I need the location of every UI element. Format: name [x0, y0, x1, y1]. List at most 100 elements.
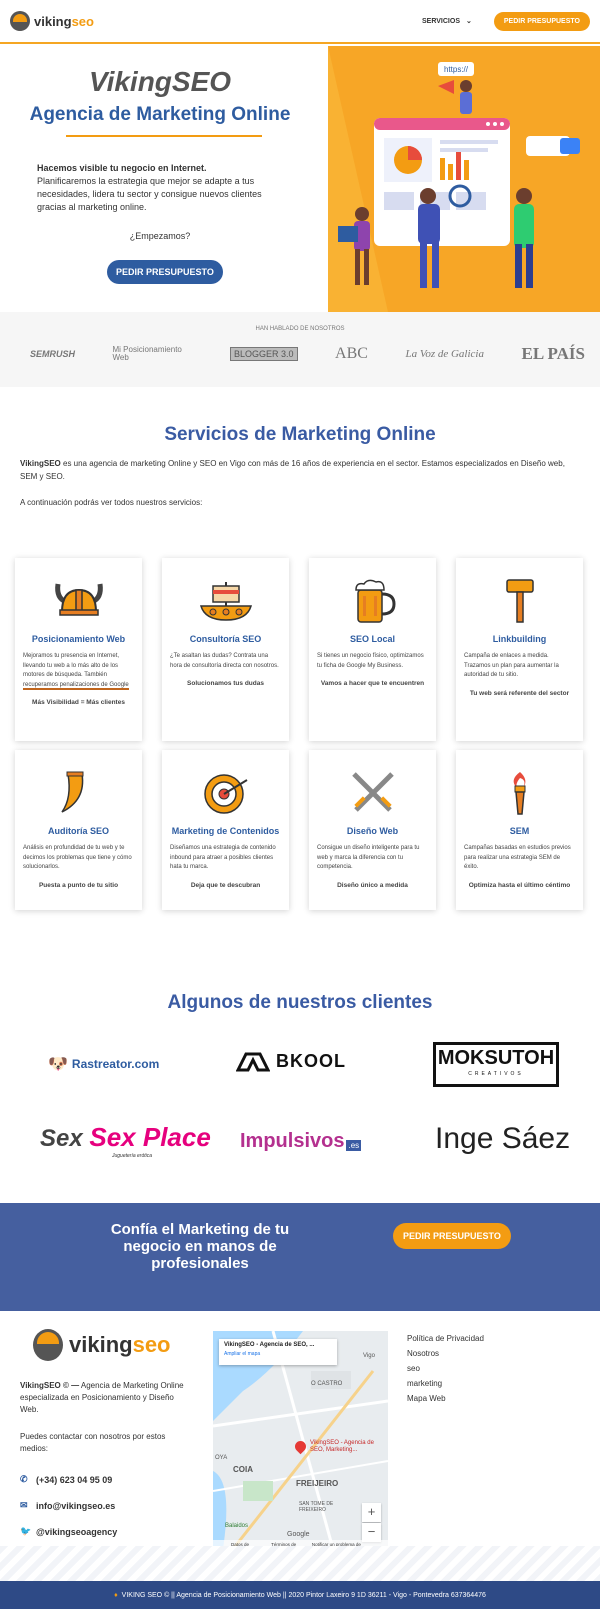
svg-text:https://: https://	[444, 65, 469, 74]
card-title: Linkbuilding	[492, 634, 547, 644]
footer-email[interactable]: ✉ info@vikingseo.es	[20, 1500, 115, 1511]
card-tag: Solucionamos tus dudas	[187, 680, 264, 687]
card-desc: Si tienes un negocio físico, optimizamos…	[317, 653, 424, 669]
service-card-auditoria[interactable]: Auditoría SEO Análisis en profundidad de…	[15, 750, 142, 910]
site-footer: vikingseo VikingSEO © — Agencia de Marke…	[0, 1311, 600, 1581]
card-tag: Diseño único a medida	[337, 881, 408, 889]
footer-logo[interactable]: vikingseo	[33, 1329, 171, 1361]
card-desc: Diseñamos una estrategia de contenido in…	[170, 845, 276, 870]
client-bkool: BKOOL	[236, 1051, 346, 1072]
link-marketing[interactable]: marketing	[407, 1376, 484, 1391]
bkool-mark-icon	[236, 1052, 270, 1071]
viking-ship-icon	[162, 558, 289, 624]
service-card-contenidos[interactable]: Marketing de Contenidos Diseñamos una es…	[162, 750, 289, 910]
press-section: HAN HABLADO DE NOSOTROS SEMRUSH Mi Posic…	[0, 312, 600, 387]
service-card-seo-local[interactable]: SEO Local Si tienes un negocio físico, o…	[309, 558, 436, 741]
header-quote-button[interactable]: PEDIR PRESUPUESTO	[493, 11, 590, 31]
card-desc: Campaña de enlaces a medida. Trazamos un…	[464, 653, 559, 678]
card-title: Marketing de Contenidos	[171, 826, 280, 836]
enlarge-map-link[interactable]: Ampliar el mapa	[224, 1351, 332, 1357]
penalizaciones-link[interactable]: recuperamos penalizaciones de Google	[23, 681, 129, 690]
client-ingesaez: Inge Sáez	[435, 1122, 571, 1155]
torch-icon	[456, 750, 583, 816]
footer-pattern	[0, 1546, 600, 1581]
horn-icon	[15, 750, 142, 816]
client-moksutoh: MOKSUTOH CREATIVOS	[433, 1042, 559, 1087]
service-card-sem[interactable]: SEM Campañas basadas en estudios previos…	[456, 750, 583, 910]
hero-question: ¿Empezamos?	[129, 231, 191, 241]
card-desc: Análisis en profundidad de tu web y te d…	[23, 845, 132, 870]
services-intro-text: es una agencia de marketing Online y SEO…	[20, 459, 565, 481]
footer-twitter[interactable]: 🐦 @vikingseoagency	[20, 1526, 117, 1537]
clients-title: Algunos de nuestros clientes	[167, 992, 433, 1013]
service-card-consultoria[interactable]: Consultoría SEO ¿Te asaltan las dudas? C…	[162, 558, 289, 741]
viking-logo-icon	[33, 1329, 63, 1361]
card-desc: Consigue un diseño inteligente para tu w…	[317, 845, 420, 870]
card-desc: ¿Te asaltan las dudas? Contrata una hora…	[170, 653, 279, 669]
site-header: vikingseo SERVICIOS ⌄ PEDIR PRESUPUESTO	[0, 0, 600, 44]
card-title: Diseño Web	[346, 826, 399, 836]
client-impulsivos: Impulsivos .es	[240, 1130, 362, 1152]
hero-quote-button[interactable]: PEDIR PRESUPUESTO	[107, 260, 223, 284]
hero-lead: Hacemos visible tu negocio en Internet. …	[37, 162, 277, 214]
card-tag: Puesta a punto de tu sitio	[38, 881, 119, 889]
phone-icon: ✆	[20, 1474, 28, 1484]
card-tag: Tu web será referente del sector	[469, 689, 570, 697]
zoom-in-button[interactable]: +	[362, 1503, 381, 1522]
dog-icon: 🐶	[48, 1056, 68, 1073]
client-rastreator: 🐶 Rastreator.com	[48, 1056, 160, 1073]
card-desc: Mejoramos tu presencia en Internet, llev…	[23, 653, 129, 690]
card-tag: Vamos a hacer que te encuentren	[320, 680, 425, 687]
card-tag: Deja que te descubran	[190, 881, 261, 889]
hero-divider	[66, 135, 262, 137]
link-mapa-web[interactable]: Mapa Web	[407, 1391, 484, 1406]
service-card-diseno[interactable]: Diseño Web Consigue un diseño inteligent…	[309, 750, 436, 910]
nav-servicios[interactable]: SERVICIOS ⌄	[422, 17, 472, 26]
cta-section: Confía el Marketing de tu negocio en man…	[0, 1203, 600, 1311]
twitter-icon: 🐦	[20, 1526, 32, 1536]
viking-helmet-icon	[15, 558, 142, 624]
cta-text: Confía el Marketing de tu negocio en man…	[110, 1221, 290, 1272]
crossed-swords-icon	[309, 750, 436, 816]
services-more: A continuación podrás ver todos nuestros…	[20, 498, 203, 507]
card-title: Consultoría SEO	[189, 634, 262, 644]
press-logo-elpais: EL PAÍS	[521, 344, 585, 363]
link-privacidad[interactable]: Política de Privacidad	[407, 1331, 484, 1346]
card-tag: Optimiza hasta el último céntimo	[468, 881, 571, 889]
map-info-card: VikingSEO - Agencia de SEO, ... Ampliar …	[219, 1339, 337, 1365]
hero-section: VikingSEO Agencia de Marketing Online Ha…	[0, 46, 600, 312]
google-map[interactable]: VikingSEO - Agencia de SEO, ... Ampliar …	[213, 1331, 388, 1549]
card-title: SEO Local	[349, 634, 395, 644]
service-card-linkbuilding[interactable]: Linkbuilding Campaña de enlaces a medida…	[456, 558, 583, 741]
site-logo[interactable]: vikingseo	[10, 11, 94, 31]
service-card-posicionamiento[interactable]: Posicionamiento Web Mejoramos tu presenc…	[15, 558, 142, 741]
chevron-down-icon: ⌄	[466, 18, 472, 25]
hero-illustration: https://	[328, 46, 600, 312]
services-intro: VikingSEO es una agencia de marketing On…	[20, 457, 580, 483]
press-logo-lavoz: La Voz de Galicia	[405, 348, 484, 360]
nav-servicios-label: SERVICIOS	[422, 17, 460, 25]
footer-links: Política de Privacidad Nosotros seo mark…	[407, 1331, 484, 1406]
hero-title: VikingSEO	[88, 66, 232, 97]
bottom-bar: ♦ VIKING SEO © || Agencia de Posicionami…	[0, 1581, 600, 1609]
footer-logo-text: vikingseo	[69, 1332, 171, 1357]
press-logos: SEMRUSH Mi Posicionamiento Web BLOGGER 3…	[30, 344, 585, 364]
press-logo-blogger: BLOGGER 3.0	[230, 347, 298, 361]
cta-quote-button[interactable]: PEDIR PRESUPUESTO	[393, 1223, 511, 1249]
footer-contact-intro: Puedes contactar con nosotros por estos …	[20, 1432, 166, 1453]
footer-phone[interactable]: ✆ (+34) 623 04 95 09	[20, 1474, 112, 1485]
viking-logo-icon	[10, 11, 30, 31]
press-logo-semrush: SEMRUSH	[30, 349, 76, 359]
card-desc: Campañas basadas en estudios previos par…	[464, 845, 571, 870]
link-seo[interactable]: seo	[407, 1361, 484, 1376]
client-sexplace: Sex Sex Place Juguetería erótica	[40, 1122, 211, 1159]
link-nosotros[interactable]: Nosotros	[407, 1346, 484, 1361]
footer-about: VikingSEO © — Agencia de Marketing Onlin…	[20, 1381, 184, 1414]
map-place-label[interactable]: VikingSEO - Agencia de SEO, Marketing...	[310, 1440, 375, 1454]
card-tag: Más Visibilidad = Más clientes	[32, 699, 125, 706]
envelope-icon: ✉	[20, 1500, 28, 1510]
services-title: Servicios de Marketing Online	[164, 424, 436, 445]
card-title: SEM	[509, 826, 530, 836]
bottom-bar-text: VIKING SEO © || Agencia de Posicionamien…	[121, 1591, 486, 1599]
logo-text: vikingseo	[34, 13, 94, 29]
